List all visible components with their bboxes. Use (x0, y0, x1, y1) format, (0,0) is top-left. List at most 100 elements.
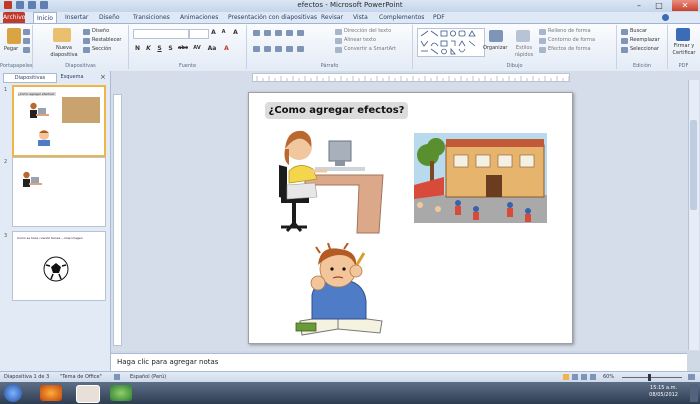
tab-archivo[interactable]: Archivo (3, 12, 25, 23)
shadow-button[interactable]: S (167, 45, 174, 52)
align-center-icon[interactable] (264, 46, 271, 52)
shape-outline-icon (539, 38, 546, 44)
fit-slide-icon[interactable] (688, 374, 695, 380)
paste-icon[interactable] (7, 28, 21, 44)
arrange-button[interactable]: Organizar (483, 45, 507, 52)
ribbon-tabs: Archivo Inicio Insertar Diseño Transicio… (0, 12, 700, 24)
underline-button[interactable]: S (156, 45, 163, 52)
font-color-button[interactable]: A (223, 45, 230, 52)
tab-vista[interactable]: Vista (350, 12, 371, 23)
tab-pdf[interactable]: PDF (430, 12, 448, 23)
clock[interactable]: 15:15 a.m. 08/05/2012 (649, 385, 678, 399)
replace-button[interactable]: Reemplazar (630, 37, 660, 44)
vertical-ruler (113, 94, 122, 346)
find-icon (621, 29, 628, 35)
tab-revisar[interactable]: Revisar (318, 12, 346, 23)
group-label: Dibujo (506, 63, 523, 69)
firefox-icon[interactable] (40, 385, 62, 401)
bold-button[interactable]: N (134, 45, 141, 52)
close-button[interactable]: ✕ (672, 0, 698, 11)
app-taskbar-icon[interactable] (110, 385, 132, 401)
increase-indent-icon[interactable] (286, 30, 293, 36)
change-case-button[interactable]: Aa (207, 45, 217, 52)
soccer-ball-image (43, 256, 69, 282)
shrink-font-button[interactable]: A (220, 29, 227, 36)
ribbon: Pegar Portapapeles Nueva diapositiva Dis… (0, 23, 700, 72)
tab-complementos[interactable]: Complementos (376, 12, 427, 23)
shapes-gallery[interactable] (417, 28, 485, 57)
shape-effects-button[interactable]: Efectos de forma (548, 46, 591, 53)
language-indicator[interactable]: Español (Perú) (130, 374, 166, 380)
slideshow-icon[interactable] (590, 374, 596, 380)
tab-outline[interactable]: Esquema (57, 73, 87, 81)
vertical-scrollbar[interactable] (688, 80, 699, 350)
select-button[interactable]: Seleccionar (630, 46, 659, 53)
sign-certify-button[interactable]: Firmar y Certificar (669, 43, 699, 57)
show-desktop-button[interactable] (690, 384, 698, 402)
tab-presentacion[interactable]: Presentación con diapositivas (225, 12, 320, 23)
powerpoint-taskbar-icon[interactable] (76, 385, 100, 403)
school-building-image[interactable] (414, 133, 547, 223)
minimize-button[interactable]: – (630, 0, 648, 11)
tab-insertar[interactable]: Insertar (62, 12, 91, 23)
slide-thumbnail-3[interactable]: Como se hace cuando tienes ...mas imagen (12, 231, 106, 301)
copy-icon[interactable] (23, 38, 30, 44)
text-direction-button[interactable]: Dirección del texto (344, 28, 391, 35)
format-painter-icon[interactable] (23, 47, 30, 53)
tab-transiciones[interactable]: Transiciones (130, 12, 173, 23)
line-spacing-icon[interactable] (297, 30, 304, 36)
reading-view-icon[interactable] (581, 374, 587, 380)
align-right-icon[interactable] (275, 46, 282, 52)
start-button-icon[interactable] (4, 384, 22, 402)
zoom-slider[interactable] (622, 377, 682, 378)
columns-icon[interactable] (297, 46, 304, 52)
normal-view-icon[interactable] (563, 374, 569, 380)
help-icon[interactable] (662, 14, 669, 21)
quick-styles-button[interactable]: Estilos rápidos (512, 45, 536, 59)
slide-thumbnail-2[interactable] (12, 157, 106, 227)
italic-button[interactable]: K (145, 45, 152, 52)
char-spacing-button[interactable]: AV (192, 45, 202, 52)
notes-pane[interactable]: Haga clic para agregar notas (111, 353, 687, 371)
girl-computer-image[interactable] (275, 127, 385, 235)
shape-outline-button[interactable]: Contorno de forma (548, 37, 595, 44)
reset-button[interactable]: Restablecer (92, 37, 121, 44)
bullets-icon[interactable] (253, 30, 260, 36)
close-panel-button[interactable]: × (100, 73, 106, 81)
font-size-select[interactable] (189, 29, 209, 39)
tab-slides[interactable]: Diapositivas (3, 73, 57, 83)
slide-thumbnail-1[interactable]: ¿Como agregar efectos? (12, 85, 106, 157)
slide-title[interactable]: ¿Como agregar efectos? (265, 102, 408, 119)
window-title: efectos - Microsoft PowerPoint (297, 1, 403, 9)
maximize-button[interactable]: □ (650, 0, 668, 11)
numbering-icon[interactable] (264, 30, 271, 36)
zoom-level[interactable]: 60% (603, 374, 614, 380)
boy-studying-image[interactable] (294, 242, 388, 337)
cut-icon[interactable] (23, 29, 30, 35)
new-slide-button[interactable]: Nueva diapositiva (49, 45, 79, 59)
font-name-select[interactable] (133, 29, 189, 39)
reset-icon (83, 38, 90, 44)
section-button[interactable]: Sección (92, 46, 111, 53)
sign-certify-icon (676, 28, 690, 41)
layout-button[interactable]: Diseño (92, 28, 109, 35)
smartart-button[interactable]: Convertir a SmartArt (344, 46, 396, 53)
align-left-icon[interactable] (253, 46, 260, 52)
decrease-indent-icon[interactable] (275, 30, 282, 36)
justify-icon[interactable] (286, 46, 293, 52)
slide-sorter-icon[interactable] (572, 374, 578, 380)
align-text-button[interactable]: Alinear texto (344, 37, 376, 44)
strikethrough-button[interactable]: abc (177, 45, 189, 52)
shape-fill-button[interactable]: Relleno de forma (548, 28, 591, 35)
zoom-slider-thumb[interactable] (648, 374, 651, 381)
find-button[interactable]: Buscar (630, 28, 647, 35)
spellcheck-icon[interactable] (114, 374, 120, 380)
grow-font-button[interactable]: A (210, 29, 217, 36)
paste-button[interactable]: Pegar (4, 46, 18, 53)
arrange-icon (489, 30, 503, 42)
scroll-thumb[interactable] (690, 120, 697, 210)
new-slide-icon[interactable] (53, 28, 71, 42)
tab-diseno[interactable]: Diseño (96, 12, 123, 23)
tab-animaciones[interactable]: Animaciones (177, 12, 221, 23)
clear-format-button[interactable]: A (232, 29, 239, 36)
